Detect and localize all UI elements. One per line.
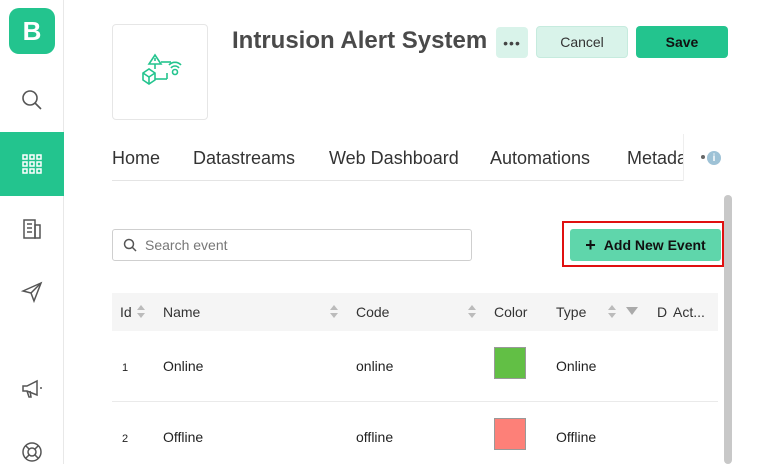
- column-header-code[interactable]: Code: [356, 304, 389, 320]
- tab-web-dashboard[interactable]: Web Dashboard: [329, 148, 459, 169]
- event-code: offline: [356, 429, 394, 445]
- event-name: Online: [163, 358, 204, 374]
- tab-automations[interactable]: Automations: [490, 148, 590, 169]
- event-code: online: [356, 358, 394, 374]
- save-button[interactable]: Save: [636, 26, 728, 58]
- app-logo[interactable]: B: [9, 8, 55, 54]
- grid-icon: [22, 154, 42, 174]
- tab-home[interactable]: Home: [112, 148, 160, 169]
- tab-bar: Home Datastreams Web Dashboard Automatio…: [112, 134, 718, 181]
- sidebar-templates-button[interactable]: [0, 132, 64, 196]
- cancel-button[interactable]: Cancel: [536, 26, 628, 58]
- logo-letter: B: [22, 15, 42, 46]
- search-icon: [22, 90, 42, 110]
- column-header-actions[interactable]: Act...: [673, 304, 705, 320]
- event-type: Online: [556, 358, 597, 374]
- column-header-d[interactable]: D: [657, 304, 667, 320]
- sidebar: B: [0, 0, 64, 464]
- sidebar-organizations-button[interactable]: [0, 196, 64, 260]
- search-icon: [123, 238, 137, 252]
- sidebar-announcements-button[interactable]: [0, 357, 64, 421]
- megaphone-icon: [22, 379, 42, 398]
- filter-icon[interactable]: [626, 307, 638, 315]
- sidebar-send-button[interactable]: [0, 260, 64, 324]
- column-header-color[interactable]: Color: [494, 304, 527, 320]
- tab-overflow-dot: [701, 155, 705, 159]
- building-icon: [23, 219, 41, 239]
- event-id: 1: [122, 362, 129, 374]
- sort-icon[interactable]: [468, 305, 476, 319]
- page-title: Intrusion Alert System: [232, 27, 488, 54]
- sort-icon[interactable]: [608, 305, 616, 319]
- event-color-swatch: [494, 418, 526, 450]
- plus-icon: +: [585, 234, 596, 255]
- template-image[interactable]: [112, 24, 208, 120]
- event-color-swatch: [494, 347, 526, 379]
- column-header-name[interactable]: Name: [163, 304, 200, 320]
- send-icon: [21, 281, 43, 303]
- lifebuoy-icon: [22, 442, 42, 462]
- column-header-id[interactable]: Id: [120, 304, 132, 320]
- sort-icon[interactable]: [330, 305, 338, 319]
- vertical-scrollbar[interactable]: [724, 195, 732, 464]
- event-type: Offline: [556, 429, 597, 445]
- event-id: 2: [122, 433, 129, 445]
- more-options-button[interactable]: •••: [496, 27, 528, 58]
- sort-icon[interactable]: [137, 305, 145, 319]
- table-header: Id Name Code Color Type D Act...: [112, 293, 718, 331]
- add-new-event-label: Add New Event: [603, 237, 706, 253]
- sidebar-help-button[interactable]: [0, 420, 64, 464]
- tab-datastreams[interactable]: Datastreams: [193, 148, 295, 169]
- search-field: [112, 229, 472, 261]
- table-row[interactable]: 1 Online online Online: [112, 331, 718, 402]
- event-name: Offline: [163, 429, 204, 445]
- column-header-type[interactable]: Type: [556, 304, 586, 320]
- template-device-icon: [142, 53, 182, 85]
- search-input[interactable]: [145, 237, 445, 253]
- info-icon[interactable]: i: [707, 151, 721, 165]
- add-new-event-button[interactable]: + Add New Event: [570, 229, 721, 261]
- sidebar-search-button[interactable]: [0, 68, 64, 132]
- table-row[interactable]: 2 Offline offline Offline: [112, 402, 718, 464]
